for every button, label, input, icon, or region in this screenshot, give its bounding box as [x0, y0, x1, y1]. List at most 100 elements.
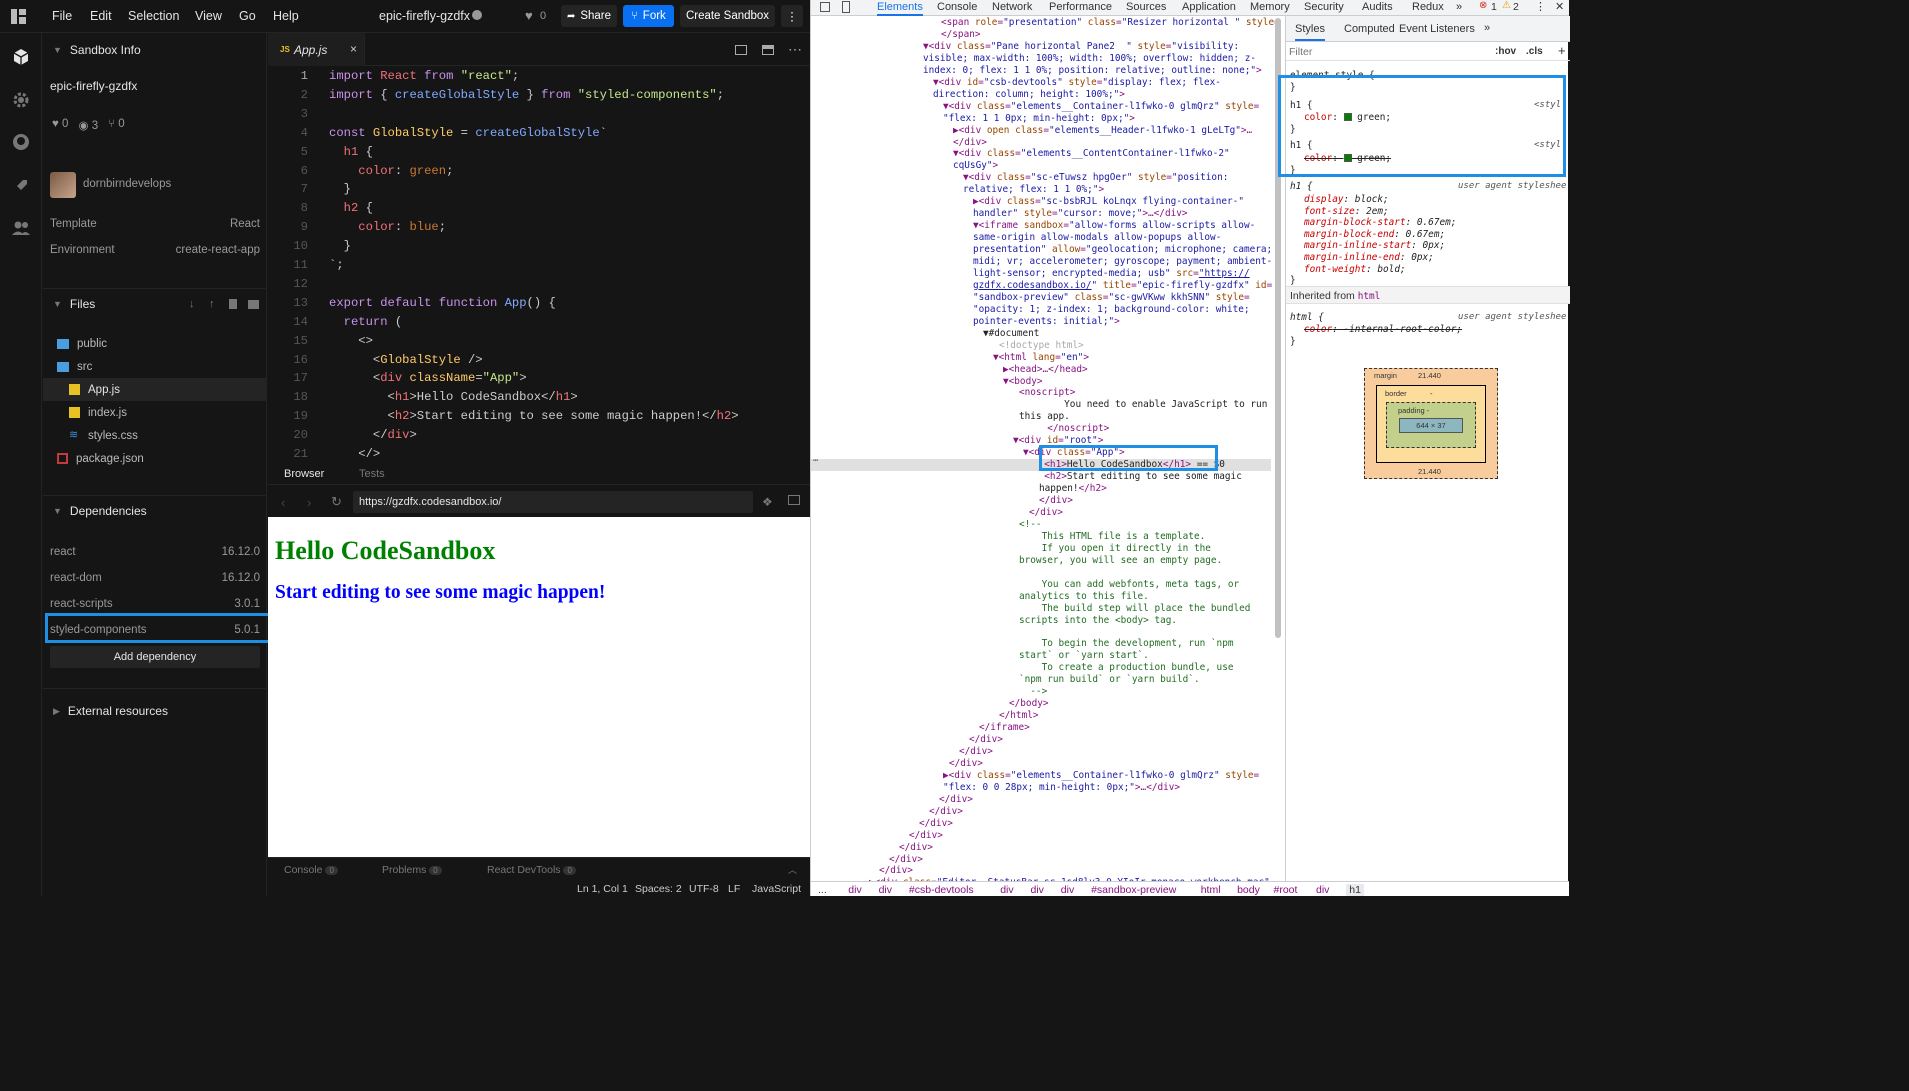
- breadcrumb-item[interactable]: html: [1201, 884, 1221, 896]
- stylesheet-source[interactable]: user agent styleshee: [1458, 312, 1566, 322]
- dom-node-line[interactable]: </div>: [879, 865, 913, 877]
- code-line[interactable]: 6 color: green;: [268, 164, 810, 183]
- inspect-element-icon[interactable]: [820, 2, 830, 12]
- sandbox-info-icon[interactable]: [10, 46, 32, 68]
- new-file-icon[interactable]: [229, 299, 237, 309]
- code-line[interactable]: 7 }: [268, 182, 810, 201]
- dom-node-line[interactable]: </html>: [999, 710, 1039, 722]
- breadcrumb-item[interactable]: #root: [1274, 884, 1298, 896]
- dom-node-line[interactable]: -->: [1019, 686, 1047, 698]
- tab-styles[interactable]: Styles: [1295, 23, 1325, 41]
- code-area[interactable]: 1 import React from "react"; 2 import { cre…: [268, 66, 810, 463]
- deploy-rocket-icon[interactable]: [10, 175, 32, 197]
- style-rule-line[interactable]: }: [1290, 275, 1296, 286]
- style-rule-line[interactable]: margin-inline-end: 0px;: [1304, 252, 1434, 263]
- more-tabs-icon[interactable]: »: [1456, 1, 1462, 13]
- tab-app-js[interactable]: JS App.js ×: [268, 33, 365, 66]
- devtools-tab-audits[interactable]: Audits: [1362, 1, 1393, 13]
- style-rule-line[interactable]: margin-block-start: 0.67em;: [1304, 217, 1456, 228]
- code-line[interactable]: 20 </div>: [268, 428, 810, 447]
- breadcrumb-item[interactable]: div: [848, 884, 861, 896]
- tab-browser[interactable]: Browser: [284, 468, 324, 480]
- share-button[interactable]: ➦ Share: [561, 5, 617, 27]
- breadcrumb-item[interactable]: #csb-devtools: [909, 884, 974, 896]
- warning-icon[interactable]: ⚠: [1502, 0, 1511, 11]
- code-line[interactable]: 2 import { createGlobalStyle } from "styl…: [268, 88, 810, 107]
- back-arrow-icon[interactable]: ‹: [281, 495, 285, 510]
- dom-node-line[interactable]: cqUsGy">: [953, 160, 998, 172]
- dom-node-line[interactable]: ▼<div id="csb-devtools" style="display: …: [933, 77, 1221, 89]
- style-rule-line[interactable]: html {: [1290, 312, 1324, 323]
- sandbox-info-header[interactable]: ▼ Sandbox Info: [43, 37, 267, 63]
- dom-node-line[interactable]: browser, you will see an empty page.: [1019, 555, 1222, 567]
- dom-node-line[interactable]: </div>: [899, 842, 933, 854]
- add-rule-icon[interactable]: +: [1558, 43, 1566, 58]
- breadcrumb-item[interactable]: div: [1316, 884, 1329, 896]
- style-rule-line[interactable]: display: block;: [1304, 194, 1389, 205]
- dom-node-line[interactable]: </div>: [953, 137, 987, 149]
- menu-go[interactable]: Go: [239, 9, 256, 23]
- dom-node-line[interactable]: this app.: [1019, 411, 1070, 423]
- tab-tests[interactable]: Tests: [359, 468, 385, 480]
- style-rule-line[interactable]: margin-inline-start: 0px;: [1304, 240, 1445, 251]
- menu-edit[interactable]: Edit: [90, 9, 112, 23]
- box-model-content[interactable]: 644 × 37: [1399, 418, 1463, 433]
- new-folder-icon[interactable]: [248, 299, 259, 309]
- hover-state-toggle[interactable]: :hov: [1495, 46, 1516, 57]
- preview-icon[interactable]: [762, 45, 774, 55]
- code-line[interactable]: 14 return (: [268, 315, 810, 334]
- error-icon[interactable]: ⊗: [1479, 0, 1487, 11]
- devtools-tab-application[interactable]: Application: [1182, 1, 1236, 13]
- files-header[interactable]: ▼ Files ↓ ↑: [43, 291, 267, 317]
- file-item[interactable]: package.json: [43, 447, 267, 470]
- github-icon[interactable]: [10, 131, 32, 153]
- refresh-icon[interactable]: ↻: [331, 494, 342, 510]
- author-name[interactable]: dornbirndevelops: [83, 178, 171, 190]
- class-toggle[interactable]: .cls: [1526, 46, 1543, 57]
- sandbox-title[interactable]: epic-firefly-gzdfx: [379, 9, 470, 23]
- code-line[interactable]: 1 import React from "react";: [268, 69, 810, 88]
- close-icon[interactable]: ✕: [1555, 0, 1564, 13]
- dom-node-line[interactable]: </div>: [889, 854, 923, 866]
- dom-node-line[interactable]: This HTML file is a template.: [1019, 531, 1206, 543]
- problems-tab[interactable]: Problems 0: [382, 864, 442, 876]
- dom-node-line[interactable]: presentation" allow="geolocation; microp…: [973, 244, 1272, 256]
- code-line[interactable]: 8 h2 {: [268, 201, 810, 220]
- breadcrumb-item[interactable]: div: [1031, 884, 1044, 896]
- breadcrumb-item[interactable]: body: [1237, 884, 1260, 896]
- dom-node-line[interactable]: </span>: [941, 29, 981, 41]
- dependencies-header[interactable]: ▼ Dependencies: [43, 498, 267, 524]
- open-new-window-icon[interactable]: [788, 495, 800, 505]
- dom-node-line[interactable]: ▶<div open class="elements__Header-l1fwk…: [953, 125, 1252, 137]
- devtools-tab-sources[interactable]: Sources: [1126, 1, 1166, 13]
- dom-node-line[interactable]: <!doctype html>: [999, 340, 1084, 352]
- code-line[interactable]: 4 const GlobalStyle = createGlobalStyle`: [268, 126, 810, 145]
- dom-node-line[interactable]: ▶<head>…</head>: [1003, 364, 1088, 376]
- code-line[interactable]: 10 }: [268, 239, 810, 258]
- devtools-tab-redux[interactable]: Redux: [1412, 1, 1444, 13]
- dom-node-line[interactable]: <span role="presentation" class="Resizer…: [941, 17, 1280, 29]
- dom-node-line[interactable]: </div>: [919, 818, 953, 830]
- dom-node-line[interactable]: </div>: [1039, 495, 1073, 507]
- dom-node-line[interactable]: </div>: [969, 734, 1003, 746]
- dom-node-line[interactable]: The build step will place the bundled: [1019, 603, 1251, 615]
- dom-node-line[interactable]: direction: column; height: 100%;">: [933, 89, 1125, 101]
- code-line[interactable]: 18 <h1>Hello CodeSandbox</h1>: [268, 390, 810, 409]
- breadcrumb-item[interactable]: ...: [818, 884, 827, 896]
- dom-node-line[interactable]: handler" style="cursor: move;">…</div>: [973, 208, 1188, 220]
- external-resources-header[interactable]: ▶ External resources: [43, 698, 267, 724]
- dom-node-line[interactable]: ▶<div class="elements__Container-l1fwko-…: [943, 770, 1259, 782]
- dom-node-line[interactable]: ▼<html lang="en">: [993, 352, 1089, 364]
- menu-file[interactable]: File: [52, 9, 72, 23]
- dependency-row[interactable]: react 16.12.0: [50, 546, 260, 558]
- dom-node-line[interactable]: relative; flex: 1 1 0%;">: [963, 184, 1104, 196]
- dom-node-line[interactable]: "opacity: 1; z-index: 1; background-colo…: [973, 304, 1250, 316]
- avatar[interactable]: [50, 172, 76, 198]
- box-model-margin[interactable]: margin 21.440 21.440 border - padding - …: [1364, 368, 1498, 479]
- code-line[interactable]: 12: [268, 277, 810, 296]
- tab-event-listeners[interactable]: Event Listeners: [1399, 23, 1475, 35]
- dom-node-line[interactable]: index: 0; flex: 1 1 0%; position: relati…: [923, 65, 1262, 77]
- code-line[interactable]: 17 <div className="App">: [268, 371, 810, 390]
- encoding[interactable]: UTF-8: [689, 883, 719, 895]
- devtools-tab-memory[interactable]: Memory: [1250, 1, 1290, 13]
